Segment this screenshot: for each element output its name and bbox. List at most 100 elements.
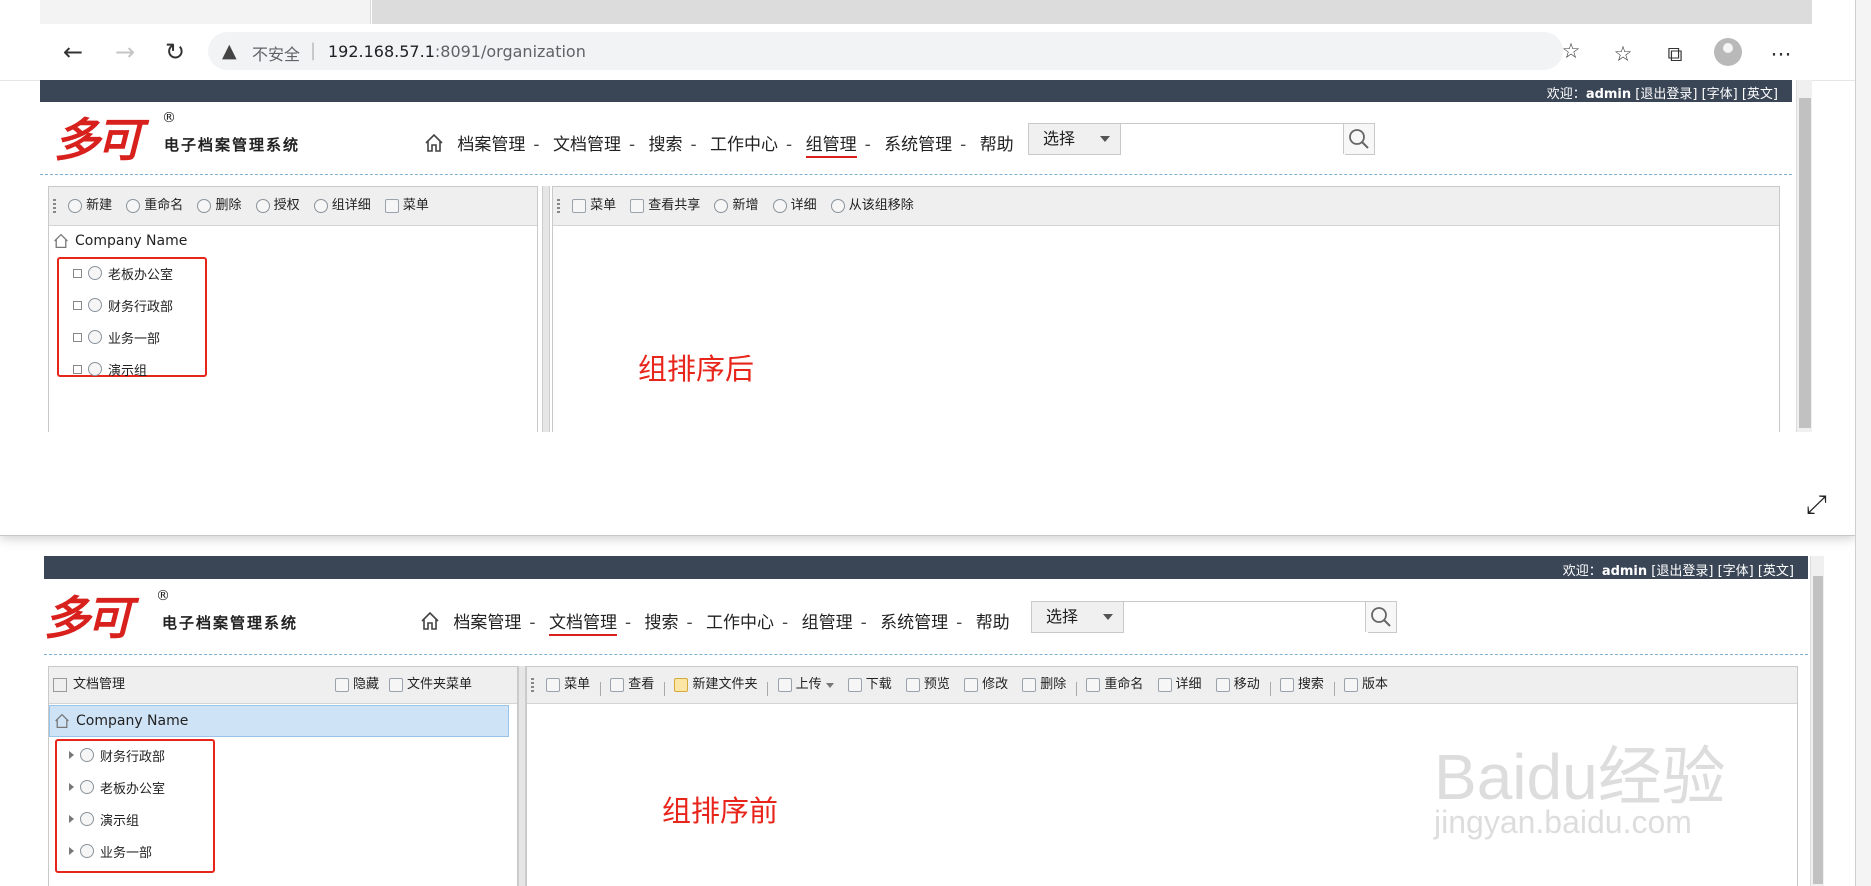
- logo-mark: 多可: [44, 591, 132, 645]
- version-icon: [1344, 678, 1359, 692]
- top-links[interactable]: [退出登录] [字体] [英文]: [1635, 87, 1778, 102]
- nav-item-groups[interactable]: 组管理: [805, 130, 857, 158]
- app-viewport-top: 欢迎：admin [退出登录] [字体] [英文] 多可 ® 电子档案管理系统 …: [40, 80, 1812, 432]
- search-scope-select[interactable]: 选择: [1032, 602, 1124, 632]
- new-group-button[interactable]: 新建: [68, 187, 112, 225]
- share-icon: [630, 199, 645, 213]
- tree-item[interactable]: 老板办公室: [73, 263, 173, 283]
- username: admin: [1585, 87, 1632, 102]
- view-button[interactable]: 查看: [610, 667, 654, 703]
- menu-button[interactable]: 菜单: [384, 187, 429, 225]
- nav-item-archives[interactable]: 档案管理: [453, 608, 521, 633]
- people-icon: [313, 199, 328, 213]
- expand-triangle-icon: [69, 847, 74, 855]
- url-host: 192.168.57.1: [328, 42, 435, 61]
- page-scrollbar[interactable]: [1810, 556, 1824, 886]
- caret-down-icon: [825, 682, 834, 688]
- panel-splitter[interactable]: [518, 666, 526, 886]
- nav-item-help[interactable]: 帮助: [980, 130, 1014, 155]
- header-divider: [44, 654, 1808, 655]
- collapse-panel-icon[interactable]: [53, 677, 67, 692]
- delete-button[interactable]: 删除: [1022, 667, 1066, 703]
- caret-down-icon: [1103, 614, 1113, 620]
- upload-button[interactable]: 上传: [777, 667, 834, 703]
- hide-button[interactable]: 隐藏: [335, 667, 379, 703]
- tree-item[interactable]: 财务行政部: [73, 295, 173, 315]
- nav-item-work-center[interactable]: 工作中心: [710, 130, 778, 155]
- search-docs-button[interactable]: 搜索: [1279, 667, 1324, 703]
- forward-icon[interactable]: →: [108, 35, 142, 69]
- nav-item-search[interactable]: 搜索: [649, 130, 683, 155]
- nav-item-help[interactable]: 帮助: [976, 608, 1010, 633]
- welcome-text: 欢迎：admin [退出登录] [字体] [英文]: [1546, 87, 1778, 102]
- tree-root[interactable]: Company Name: [53, 231, 187, 251]
- panel-splitter[interactable]: [542, 186, 550, 432]
- top-links[interactable]: [退出登录] [字体] [英文]: [1651, 564, 1794, 579]
- menu-button[interactable]: 菜单: [572, 187, 616, 225]
- move-button[interactable]: 移动: [1215, 667, 1260, 703]
- search-button[interactable]: [1365, 602, 1396, 632]
- people-icon: [88, 266, 102, 280]
- member-detail-button[interactable]: 详细: [772, 187, 817, 225]
- new-folder-icon: [674, 678, 689, 692]
- logo-subtitle: 电子档案管理系统: [162, 614, 299, 632]
- favorite-add-icon[interactable]: ☆: [1556, 36, 1586, 66]
- remove-from-group-button[interactable]: 从该组移除: [830, 187, 914, 225]
- address-bar[interactable]: ▲ 不安全 | 192.168.57.1:8091/organization ☆: [208, 32, 1580, 70]
- back-icon[interactable]: ←: [56, 35, 90, 69]
- tab-strip: [0, 0, 1855, 24]
- version-button[interactable]: 版本: [1344, 667, 1388, 703]
- rename-button[interactable]: 重命名: [1086, 667, 1143, 703]
- authorize-button[interactable]: 授权: [255, 187, 300, 225]
- home-icon[interactable]: [420, 611, 440, 631]
- tree-item[interactable]: 业务一部: [73, 327, 160, 347]
- tree-item[interactable]: 演示组: [73, 359, 147, 379]
- active-tab[interactable]: [40, 0, 371, 24]
- nav-item-search[interactable]: 搜索: [645, 608, 679, 633]
- home-icon[interactable]: [424, 133, 444, 153]
- tree-item[interactable]: 业务一部: [69, 841, 152, 861]
- nav-item-archives[interactable]: 档案管理: [457, 130, 525, 155]
- nav-item-system[interactable]: 系统管理: [884, 130, 952, 155]
- refresh-icon[interactable]: ↻: [158, 35, 192, 69]
- delete-group-button[interactable]: 删除: [197, 187, 241, 225]
- download-button[interactable]: 下载: [847, 667, 892, 703]
- search-scope-select[interactable]: 选择: [1029, 124, 1121, 154]
- more-icon[interactable]: ⋯: [1766, 39, 1796, 69]
- nav-item-work-center[interactable]: 工作中心: [706, 608, 774, 633]
- new-folder-button[interactable]: 新建文件夹: [674, 667, 757, 703]
- people-icon: [80, 812, 94, 826]
- search-input[interactable]: [1124, 602, 1368, 634]
- expand-icon[interactable]: ⤢: [1806, 490, 1827, 521]
- logo: 多可: [44, 582, 132, 648]
- url-text[interactable]: 192.168.57.1:8091/organization: [328, 42, 586, 61]
- edit-button[interactable]: 修改: [964, 667, 1008, 703]
- search-input[interactable]: [1121, 124, 1345, 156]
- annotation-after-sort: 组排序后: [638, 352, 755, 386]
- rename-group-button[interactable]: 重命名: [126, 187, 183, 225]
- menu-button[interactable]: 菜单: [546, 667, 590, 703]
- page-scrollbar[interactable]: [1796, 80, 1812, 432]
- folder-menu-button[interactable]: 文件夹菜单: [389, 667, 472, 703]
- nav-item-system[interactable]: 系统管理: [880, 608, 948, 633]
- expand-triangle-icon: [69, 751, 74, 759]
- checkbox-icon: [73, 332, 82, 342]
- tree-item[interactable]: 演示组: [69, 809, 139, 829]
- add-member-button[interactable]: 新增: [714, 187, 758, 225]
- collections-icon[interactable]: ⧉: [1660, 39, 1690, 69]
- preview-button[interactable]: 预览: [905, 667, 950, 703]
- logo-subtitle: 电子档案管理系统: [164, 136, 301, 154]
- tree-item[interactable]: 老板办公室: [69, 777, 165, 797]
- view-share-button[interactable]: 查看共享: [630, 187, 700, 225]
- nav-item-documents[interactable]: 文档管理: [548, 608, 617, 636]
- detail-button[interactable]: 详细: [1157, 667, 1202, 703]
- favorites-icon[interactable]: ☆: [1608, 39, 1638, 69]
- search-button[interactable]: [1343, 124, 1374, 154]
- nav-item-groups[interactable]: 组管理: [802, 608, 853, 633]
- menu-icon: [572, 199, 587, 213]
- profile-avatar[interactable]: [1714, 38, 1742, 66]
- group-detail-button[interactable]: 组详细: [313, 187, 371, 225]
- tree-root-selected[interactable]: Company Name: [49, 705, 509, 737]
- tree-item[interactable]: 财务行政部: [69, 745, 165, 765]
- nav-item-documents[interactable]: 文档管理: [553, 130, 621, 155]
